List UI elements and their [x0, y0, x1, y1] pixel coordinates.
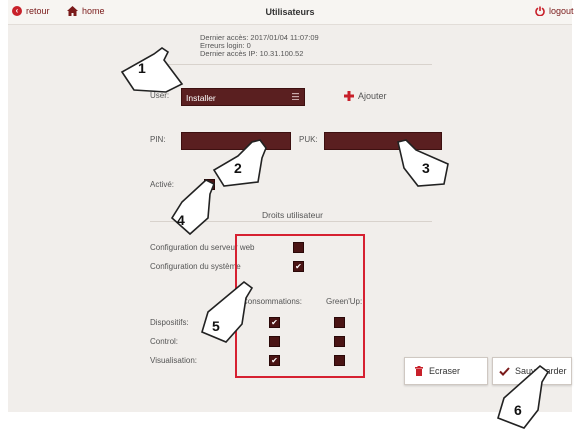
- user-select[interactable]: Installer: [181, 88, 305, 106]
- info-divider: [148, 64, 432, 65]
- callout-4: 4: [168, 178, 220, 238]
- power-icon: [535, 6, 545, 16]
- pointer-hand-icon: [120, 47, 184, 93]
- last-ip-text: Dernier accès IP: 10.31.100.52: [200, 49, 304, 58]
- callout-1: 1: [118, 44, 188, 98]
- callout-1-number: 1: [138, 60, 146, 76]
- trash-icon: [415, 366, 423, 376]
- visualisation-label: Visualisation:: [150, 356, 197, 365]
- callout-5-number: 5: [212, 318, 220, 334]
- logout-button[interactable]: logout: [535, 6, 574, 16]
- main-panel: ‹ retour home Utilisateurs logout Dernie…: [8, 0, 574, 412]
- callout-4-number: 4: [177, 212, 185, 228]
- puk-label: PUK:: [299, 135, 318, 144]
- callout-3-number: 3: [422, 160, 430, 176]
- list-icon: [292, 93, 299, 100]
- add-user-label: Ajouter: [358, 91, 387, 101]
- pointer-hand-icon: [170, 179, 216, 236]
- erase-label: Ecraser: [429, 366, 461, 376]
- login-info: Dernier accès: 2017/01/04 11:07:09 Erreu…: [200, 34, 319, 58]
- rights-section-title: Droits utilisateur: [262, 210, 323, 220]
- callout-5: 5: [196, 280, 258, 348]
- callout-6-number: 6: [514, 402, 522, 418]
- plus-icon: [344, 91, 354, 101]
- user-select-value: Installer: [186, 93, 216, 103]
- devices-label: Dispositifs:: [150, 318, 189, 327]
- top-bar: ‹ retour home Utilisateurs logout: [8, 0, 574, 25]
- pointer-hand-icon: [201, 280, 254, 343]
- callout-2-number: 2: [234, 160, 242, 176]
- logout-label: logout: [549, 6, 574, 16]
- erase-button[interactable]: Ecraser: [404, 357, 488, 385]
- pin-label: PIN:: [150, 135, 166, 144]
- control-label: Control:: [150, 337, 179, 346]
- add-user-button[interactable]: Ajouter: [344, 91, 387, 101]
- page-title: Utilisateurs: [265, 7, 315, 17]
- callout-3: 3: [394, 138, 454, 190]
- pointer-hand-icon: [497, 364, 550, 429]
- callout-2: 2: [212, 138, 270, 190]
- system-config-label: Configuration du système: [150, 262, 241, 271]
- callout-6: 6: [494, 364, 554, 432]
